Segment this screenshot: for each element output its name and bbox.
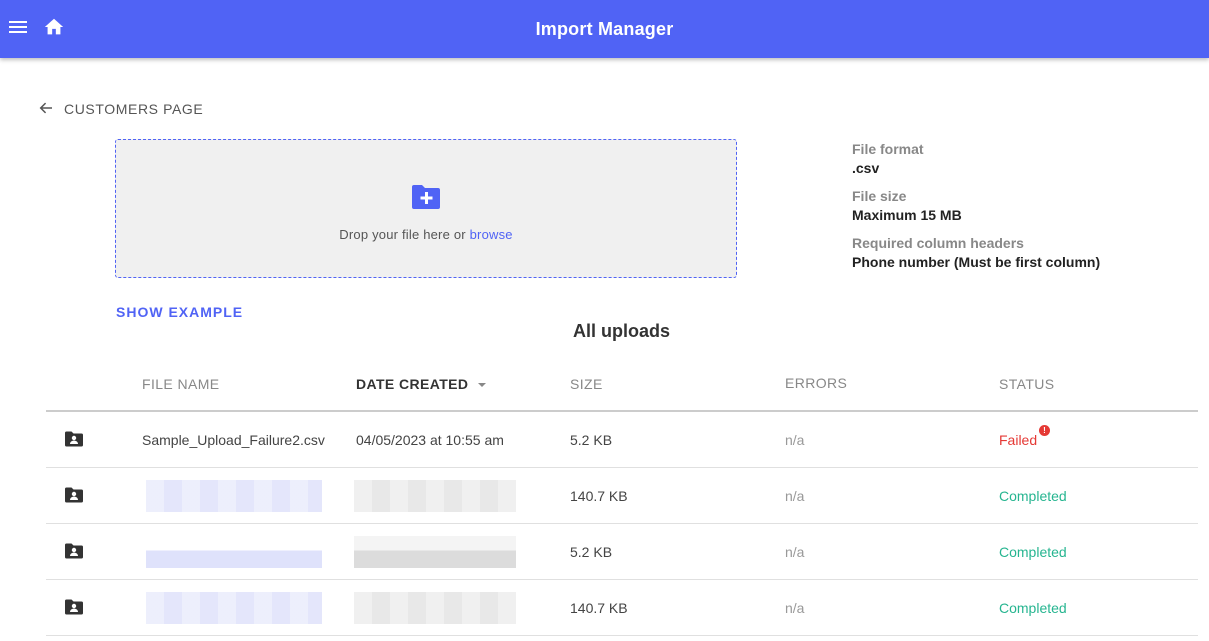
file-size-label: File size: [852, 188, 907, 204]
status-cell: Failed: [999, 432, 1038, 448]
table-header: FILE NAME DATE CREATED SIZE ERRORS STATU…: [46, 356, 1198, 412]
errors-cell: n/a: [785, 488, 805, 504]
folder-shared-icon: [64, 597, 84, 617]
file-format-value: .csv: [852, 160, 880, 176]
dropzone-instruction: Drop your file here or: [339, 227, 466, 242]
table-row[interactable]: 5.2 KB n/a Completed: [46, 524, 1198, 580]
file-name-cell: Sample_Upload_Failure2.csv: [142, 432, 325, 448]
errors-cell: n/a: [785, 600, 805, 616]
file-size-value: Maximum 15 MB: [852, 207, 962, 223]
upload-requirements: File format .csv File size Maximum 15 MB…: [852, 141, 1192, 282]
column-file-name[interactable]: FILE NAME: [142, 376, 220, 392]
folder-shared-icon: [64, 429, 84, 449]
folder-shared-icon: [64, 541, 84, 561]
uploads-title: All uploads: [572, 321, 670, 341]
sort-descending-icon: [476, 378, 488, 390]
required-headers-label: Required column headers: [852, 235, 1024, 251]
table-row[interactable]: Sample_Upload_Failure2.csv 04/05/2023 at…: [46, 412, 1198, 468]
back-link-label: CUSTOMERS PAGE: [64, 101, 204, 117]
uploads-table: FILE NAME DATE CREATED SIZE ERRORS STATU…: [46, 356, 1198, 636]
errors-cell: n/a: [785, 544, 805, 560]
table-row[interactable]: 140.7 KB n/a Completed: [46, 468, 1198, 524]
menu-icon[interactable]: [8, 17, 28, 37]
column-errors[interactable]: ERRORS: [785, 375, 847, 391]
size-cell: 5.2 KB: [570, 544, 613, 560]
arrow-left-icon: [38, 100, 54, 119]
redacted-file-name: [146, 480, 322, 512]
redacted-file-name: [146, 536, 322, 568]
app-bar: Import Manager: [0, 0, 1209, 58]
file-format-label: File format: [852, 141, 924, 157]
redacted-date-created: [354, 480, 516, 512]
error-info-icon[interactable]: !: [1039, 425, 1050, 436]
status-cell: Completed: [999, 544, 1067, 560]
redacted-date-created: [354, 592, 516, 624]
app-title: Import Manager: [535, 18, 674, 39]
size-cell: 5.2 KB: [570, 432, 613, 448]
status-cell: Completed: [999, 600, 1067, 616]
back-to-customers-link[interactable]: CUSTOMERS PAGE: [38, 100, 203, 118]
column-date-created[interactable]: DATE CREATED: [356, 376, 488, 392]
folder-shared-icon: [64, 485, 84, 505]
required-headers-value: Phone number (Must be first column): [852, 254, 1101, 270]
show-example-button[interactable]: SHOW EXAMPLE: [116, 304, 243, 320]
home-icon[interactable]: [43, 16, 65, 38]
status-cell: Completed: [999, 488, 1067, 504]
browse-link[interactable]: browse: [470, 227, 513, 242]
column-date-created-label: DATE CREATED: [356, 376, 469, 392]
size-cell: 140.7 KB: [570, 600, 628, 616]
file-dropzone[interactable]: Drop your file here or browse: [115, 139, 737, 278]
size-cell: 140.7 KB: [570, 488, 628, 504]
dropzone-text: Drop your file here or browse: [339, 227, 512, 242]
table-row[interactable]: 140.7 KB n/a Completed: [46, 580, 1198, 636]
column-status[interactable]: STATUS: [999, 376, 1055, 392]
redacted-date-created: [354, 536, 516, 568]
errors-cell: n/a: [785, 432, 805, 448]
date-created-cell: 04/05/2023 at 10:55 am: [356, 432, 504, 448]
folder-plus-icon: [410, 181, 442, 213]
column-size[interactable]: SIZE: [570, 376, 603, 392]
redacted-file-name: [146, 592, 322, 624]
